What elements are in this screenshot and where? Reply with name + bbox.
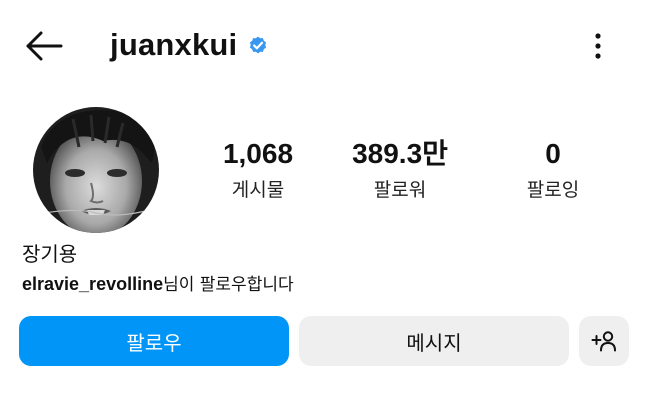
- message-button[interactable]: 메시지: [299, 316, 569, 366]
- display-name: 장기용: [22, 242, 78, 266]
- profile-stats: 1,068 게시물 389.3만 팔로워 0 팔로잉: [190, 136, 630, 216]
- followed-by-text: 님이 팔로우합니다: [163, 275, 294, 295]
- followed-by-username: elravie_revolline: [22, 274, 164, 294]
- follow-button-label: 팔로우: [126, 330, 182, 355]
- posts-count: 1,068: [222, 138, 294, 169]
- followed-by-line[interactable]: elravie_revolline님이 팔로우합니다: [22, 271, 294, 298]
- verified-badge-icon: [247, 34, 269, 56]
- add-user-button[interactable]: [579, 316, 629, 366]
- stat-posts[interactable]: 1,068 게시물: [193, 136, 323, 204]
- back-button[interactable]: [22, 26, 66, 66]
- followers-label: 팔로워: [373, 179, 427, 201]
- add-user-icon: [591, 331, 616, 352]
- profile-photo: [33, 107, 159, 233]
- posts-label: 게시물: [231, 179, 285, 201]
- followers-count: 389.3만: [352, 138, 448, 169]
- more-vertical-icon: [595, 33, 601, 59]
- profile-username: juanxkui: [110, 27, 238, 62]
- profile-username-row: juanxkui: [110, 22, 269, 68]
- stat-following[interactable]: 0 팔로잉: [488, 136, 618, 204]
- stat-followers[interactable]: 389.3만 팔로워: [335, 136, 465, 204]
- more-options-button[interactable]: [580, 26, 616, 66]
- message-button-label: 메시지: [406, 330, 462, 355]
- avatar[interactable]: [33, 107, 159, 233]
- following-count: 0: [545, 138, 561, 169]
- follow-button[interactable]: 팔로우: [19, 316, 289, 366]
- following-label: 팔로잉: [526, 179, 580, 201]
- arrow-left-icon: [26, 31, 63, 61]
- profile-header: juanxkui: [0, 0, 648, 90]
